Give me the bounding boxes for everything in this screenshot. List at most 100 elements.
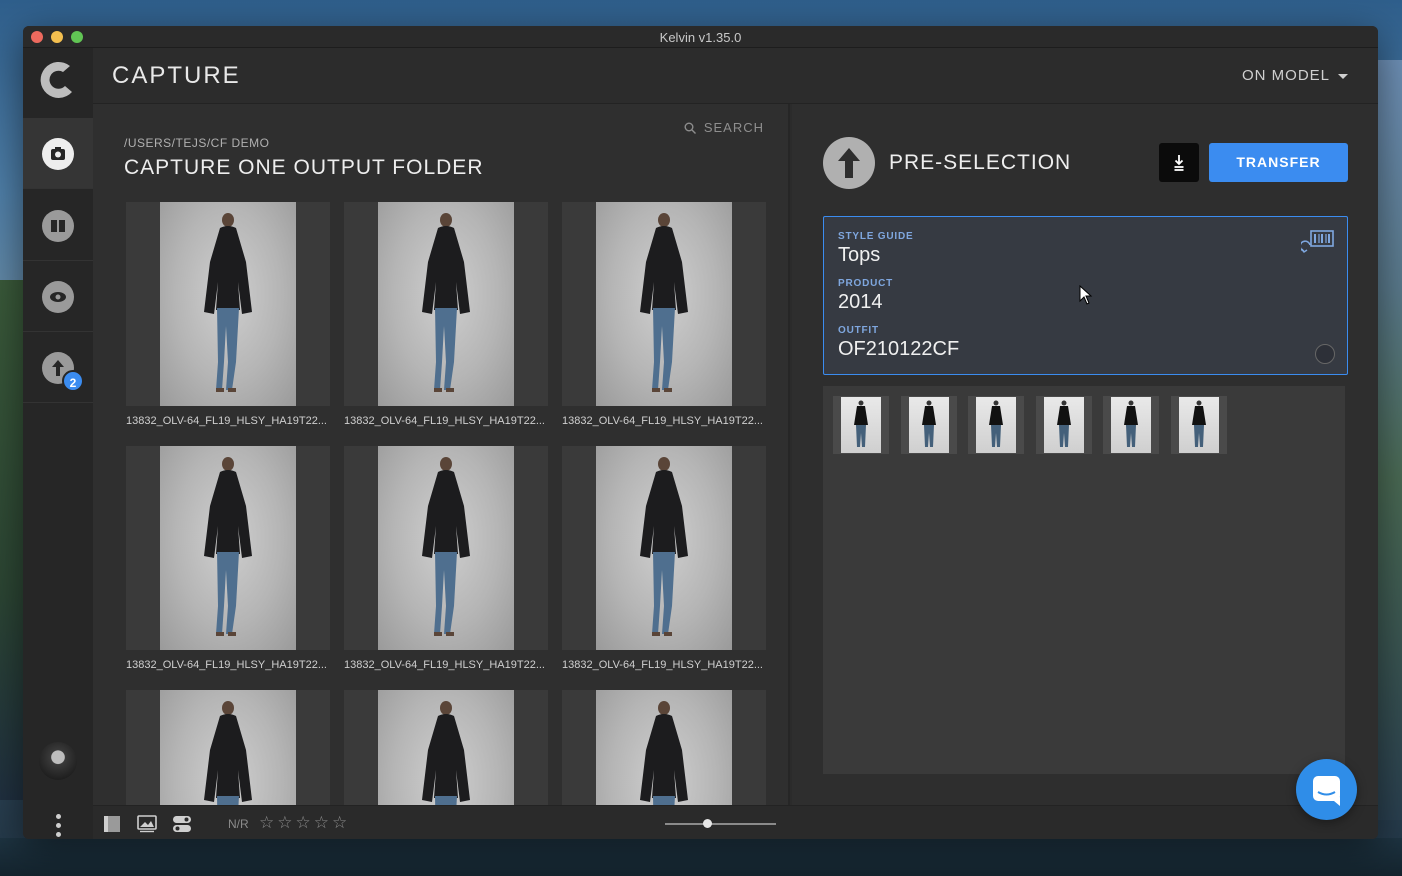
style-guide-label: STYLE GUIDE xyxy=(838,231,914,242)
chat-icon xyxy=(1313,776,1340,806)
pre-selection-thumbnail[interactable] xyxy=(833,396,889,454)
image-thumbnail[interactable] xyxy=(126,446,330,650)
style-guide-value: Tops xyxy=(838,244,881,266)
pre-selection-thumbnails xyxy=(823,386,1345,774)
toggle-settings-icon[interactable] xyxy=(172,815,192,833)
barcode-scan-icon[interactable] xyxy=(1301,229,1335,255)
mouse-cursor-icon xyxy=(1079,285,1093,305)
image-tile[interactable]: 13832_OLV-64_FL19_HLSY_HA19T22... xyxy=(562,202,766,427)
desktop-background-bottom xyxy=(0,838,1402,876)
image-thumbnail[interactable] xyxy=(344,690,548,805)
image-filename: 13832_OLV-64_FL19_HLSY_HA19T22... xyxy=(344,415,545,427)
grid-view-icon[interactable] xyxy=(137,815,157,833)
upload-count-badge: 2 xyxy=(62,370,84,392)
pre-selection-thumbnail[interactable] xyxy=(1170,396,1227,454)
header: CAPTURE ON MODEL xyxy=(93,48,1378,104)
product-label: PRODUCT xyxy=(838,278,894,289)
image-thumbnail[interactable] xyxy=(562,202,766,406)
app-window: Kelvin v1.35.0 2 CAPTURE ON MODEL SEARCH… xyxy=(23,26,1378,839)
book-icon xyxy=(42,210,74,242)
image-filename: 13832_OLV-64_FL19_HLSY_HA19T22... xyxy=(126,659,327,671)
model-photo xyxy=(1043,397,1084,453)
model-photo xyxy=(596,202,732,406)
image-tile[interactable] xyxy=(126,690,330,805)
image-filename: 13832_OLV-64_FL19_HLSY_HA19T22... xyxy=(562,415,763,427)
model-photo xyxy=(378,446,514,650)
outfit-value: OF210122CF xyxy=(838,338,960,360)
pre-selection-title: PRE-SELECTION xyxy=(889,151,1072,174)
image-tile[interactable]: 13832_OLV-64_FL19_HLSY_HA19T22... xyxy=(344,202,548,427)
image-thumbnail[interactable] xyxy=(562,446,766,650)
image-filename: 13832_OLV-64_FL19_HLSY_HA19T22... xyxy=(344,659,545,671)
model-photo xyxy=(1178,397,1219,453)
select-outfit-radio[interactable] xyxy=(1315,344,1335,364)
folder-title: CAPTURE ONE OUTPUT FOLDER xyxy=(124,156,484,179)
image-filename: 13832_OLV-64_FL19_HLSY_HA19T22... xyxy=(562,659,763,671)
model-photo xyxy=(378,690,514,805)
page-title: CAPTURE xyxy=(112,62,241,89)
camera-icon xyxy=(42,138,74,170)
app-logo-icon xyxy=(40,61,72,98)
search-label: SEARCH xyxy=(703,120,764,135)
model-photo xyxy=(160,446,296,650)
pre-selection-thumbnail[interactable] xyxy=(900,396,957,454)
pre-selection-panel: PRE-SELECTION TRANSFER STYLE GUIDE Tops … xyxy=(792,104,1378,805)
search-input[interactable]: SEARCH xyxy=(684,120,764,135)
image-tile[interactable]: 13832_OLV-64_FL19_HLSY_HA19T22... xyxy=(562,446,766,671)
sidebar-item-capture[interactable] xyxy=(23,118,93,189)
capture-folder-panel: SEARCH /USERS/TEJS/CF DEMO CAPTURE ONE O… xyxy=(93,104,790,805)
pre-selection-thumbnail[interactable] xyxy=(1035,396,1092,454)
model-photo xyxy=(596,690,732,805)
sidebar-item-upload[interactable]: 2 xyxy=(23,332,93,403)
desktop-background-right xyxy=(1376,60,1402,820)
image-tile[interactable]: 13832_OLV-64_FL19_HLSY_HA19T22... xyxy=(126,446,330,671)
sidebar: 2 xyxy=(23,48,93,839)
pre-selection-thumbnail[interactable] xyxy=(1103,396,1159,454)
zoom-slider-handle[interactable] xyxy=(702,819,712,828)
search-icon xyxy=(684,122,696,134)
image-thumbnail[interactable] xyxy=(344,202,548,406)
model-photo xyxy=(976,397,1016,453)
star-rating[interactable]: ☆☆☆☆☆ xyxy=(259,813,350,833)
more-menu-icon[interactable] xyxy=(54,814,62,839)
image-filename: 13832_OLV-64_FL19_HLSY_HA19T22... xyxy=(126,415,327,427)
model-photo xyxy=(596,446,732,650)
chevron-down-icon xyxy=(1338,73,1348,79)
model-photo xyxy=(160,690,296,805)
mode-dropdown-label: ON MODEL xyxy=(1241,67,1330,84)
model-photo xyxy=(1111,397,1151,453)
image-tile[interactable]: 13832_OLV-64_FL19_HLSY_HA19T22... xyxy=(126,202,330,427)
user-avatar[interactable] xyxy=(39,742,77,780)
folder-path: /USERS/TEJS/CF DEMO xyxy=(124,136,270,150)
single-view-icon[interactable] xyxy=(102,815,122,833)
desktop-background-left xyxy=(0,280,24,800)
download-icon xyxy=(1174,155,1184,171)
window-title: Kelvin v1.35.0 xyxy=(659,30,742,45)
sidebar-item-review[interactable] xyxy=(23,261,93,332)
image-tile[interactable]: 13832_OLV-64_FL19_HLSY_HA19T22... xyxy=(344,446,548,671)
rating-label: N/R xyxy=(228,817,249,831)
sidebar-item-library[interactable] xyxy=(23,190,93,261)
mode-dropdown[interactable]: ON MODEL xyxy=(1242,67,1348,84)
eye-icon xyxy=(42,281,74,313)
upload-arrow-icon xyxy=(823,137,875,189)
transfer-button[interactable]: TRANSFER xyxy=(1209,143,1348,182)
pre-selection-thumbnail[interactable] xyxy=(968,396,1024,454)
model-photo xyxy=(160,202,296,406)
outfit-label: OUTFIT xyxy=(838,325,879,336)
model-photo xyxy=(378,202,514,406)
image-tile[interactable] xyxy=(344,690,548,805)
image-thumbnail[interactable] xyxy=(126,202,330,406)
zoom-slider-track[interactable] xyxy=(665,823,776,825)
image-thumbnail[interactable] xyxy=(562,690,766,805)
image-thumbnail[interactable] xyxy=(344,446,548,650)
title-bar: Kelvin v1.35.0 xyxy=(23,26,1378,48)
download-button[interactable] xyxy=(1159,143,1199,182)
model-photo xyxy=(908,397,949,453)
product-value: 2014 xyxy=(838,291,883,313)
bottom-toolbar: N/R ☆☆☆☆☆ xyxy=(93,805,1378,839)
image-thumbnail[interactable] xyxy=(126,690,330,805)
chat-support-button[interactable] xyxy=(1296,759,1357,820)
image-tile[interactable] xyxy=(562,690,766,805)
model-photo xyxy=(841,397,881,453)
